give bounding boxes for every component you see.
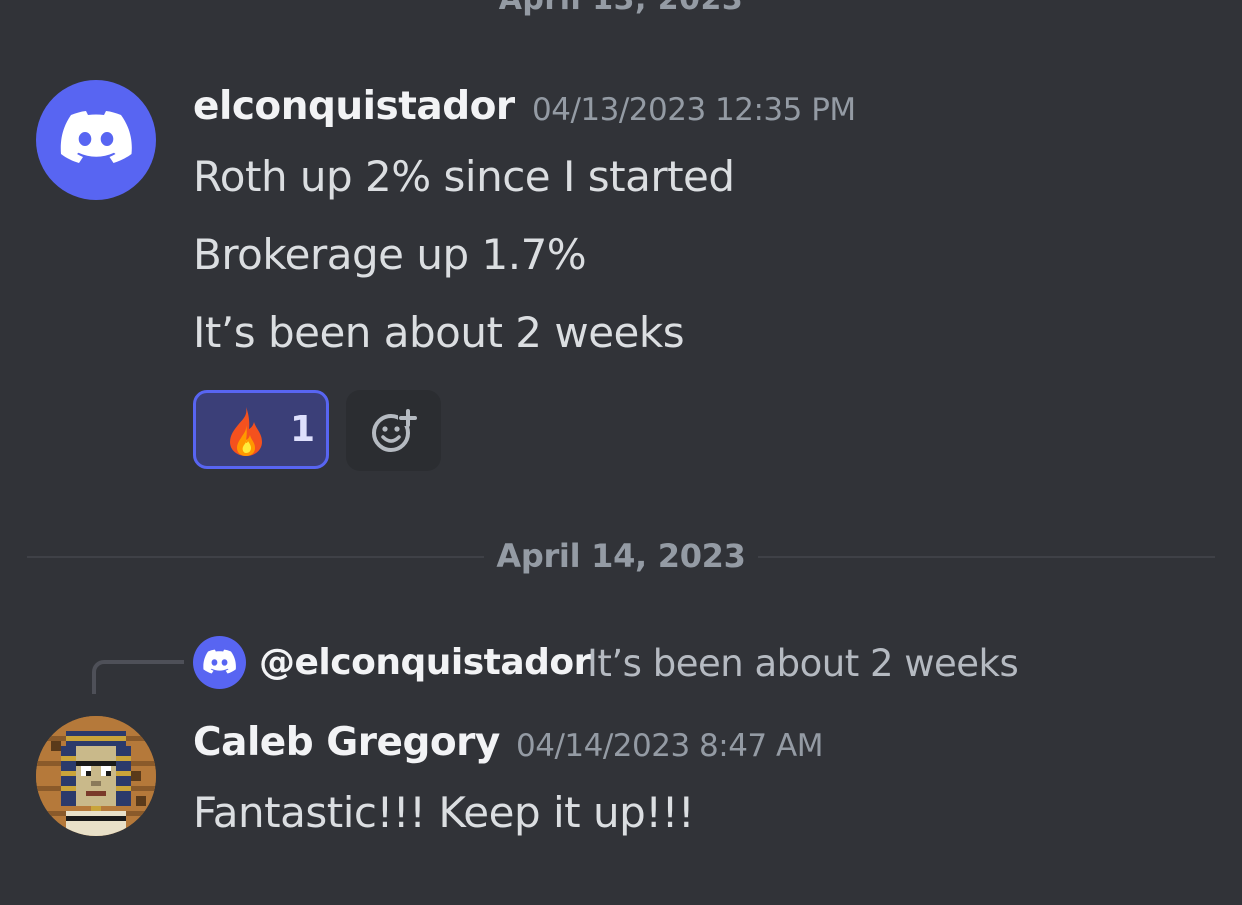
discord-logo-icon	[60, 111, 132, 163]
message-line: Fantastic!!! Keep it up!!!	[193, 788, 695, 837]
add-reaction-button[interactable]	[346, 390, 441, 471]
reply-avatar[interactable]	[193, 636, 246, 689]
message-author[interactable]: Caleb Gregory	[193, 720, 500, 765]
message-line: It’s been about 2 weeks	[193, 308, 685, 357]
pixel-pharaoh-avatar-icon	[36, 716, 156, 836]
fire-emoji-icon	[230, 407, 262, 456]
reply-snippet[interactable]: It’s been about 2 weeks	[587, 642, 1019, 685]
avatar-elconquistador[interactable]	[36, 80, 156, 200]
message-author[interactable]: elconquistador	[193, 84, 515, 129]
reply-spine	[92, 660, 184, 694]
divider-line-left	[27, 556, 484, 558]
divider-line-right	[758, 556, 1215, 558]
date-divider-top: April 13, 2023	[0, 0, 1242, 17]
message-timestamp: 04/14/2023 8:47 AM	[516, 728, 823, 764]
add-reaction-icon	[372, 409, 418, 452]
message-line: Brokerage up 1.7%	[193, 230, 587, 279]
reaction-count: 1	[290, 409, 316, 450]
reply-author-mention[interactable]: @elconquistador	[259, 642, 591, 683]
date-divider: April 14, 2023	[496, 537, 746, 575]
discord-logo-icon	[203, 649, 236, 674]
message-line: Roth up 2% since I started	[193, 152, 735, 201]
reaction-fire[interactable]: 1	[193, 390, 329, 469]
avatar-caleb-gregory[interactable]	[36, 716, 156, 836]
message-timestamp: 04/13/2023 12:35 PM	[532, 92, 856, 128]
